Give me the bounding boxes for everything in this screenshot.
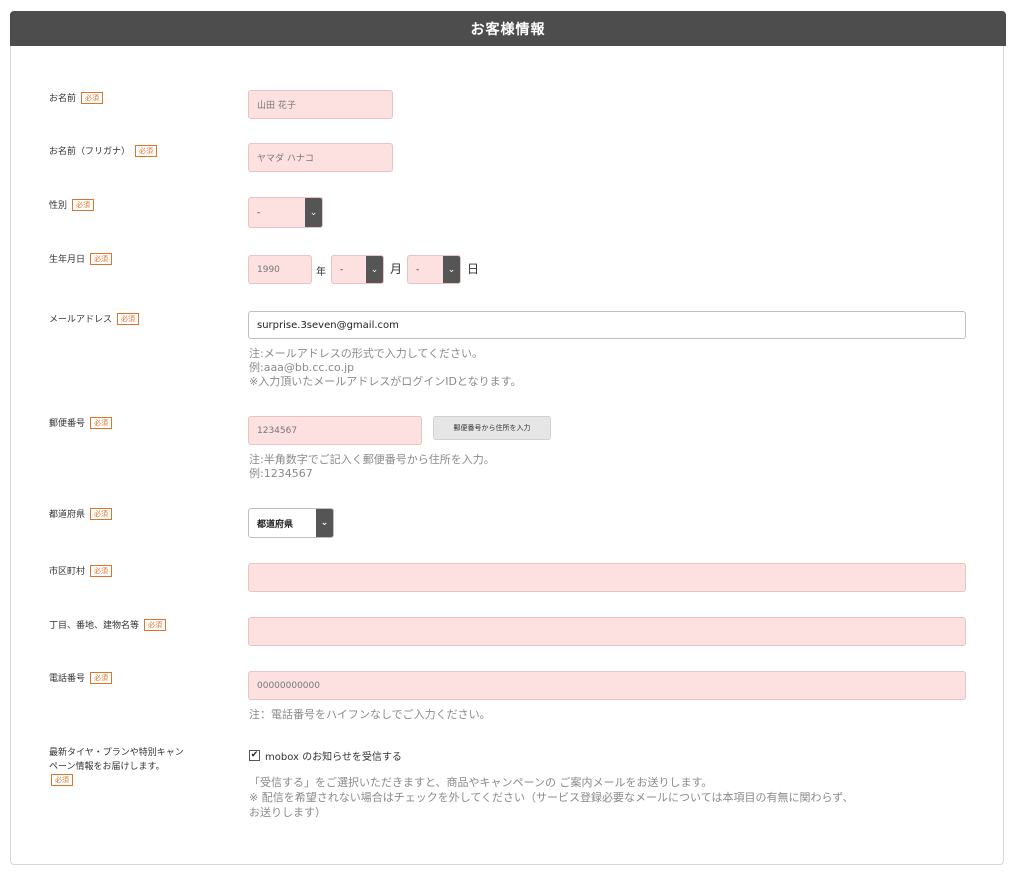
postal-note-2: 例:1234567 bbox=[249, 467, 313, 480]
required-badge: 必須 bbox=[90, 672, 113, 684]
gender-label: 性別 必須 bbox=[49, 199, 95, 213]
email-note-3: ※入力頂いたメールアドレスがログインIDとなります。 bbox=[249, 375, 522, 388]
birthdate-label: 生年月日 必須 bbox=[49, 253, 113, 267]
newsletter-label: 最新タイヤ・プランや特別キャン ペーン情報をお届けします。 必須 bbox=[49, 748, 184, 786]
address-input[interactable] bbox=[248, 617, 966, 646]
required-badge: 必須 bbox=[72, 199, 95, 211]
address-label: 丁目、番地、建物名等 必須 bbox=[49, 619, 167, 633]
newsletter-checkbox-label: mobox のお知らせを受信する bbox=[265, 752, 402, 763]
newsletter-note-3: お送りします） bbox=[249, 806, 326, 819]
panel-title: お客様情報 bbox=[10, 11, 1006, 46]
required-badge: 必須 bbox=[90, 417, 113, 429]
required-badge: 必須 bbox=[81, 92, 104, 104]
newsletter-note-2: ※ 配信を希望されない場合はチェックを外してください（サービス登録必要なメールに… bbox=[249, 791, 854, 804]
gender-select[interactable]: - ⌄ bbox=[248, 197, 323, 228]
day-unit: 日 bbox=[467, 262, 480, 276]
newsletter-note-1: 「受信する」をご選択いただきますと、商品やキャンペーンの ご案内メールをお送りし… bbox=[249, 776, 713, 789]
birth-day-select[interactable]: - ⌄ bbox=[407, 255, 461, 284]
required-badge: 必須 bbox=[90, 508, 113, 520]
required-badge: 必須 bbox=[51, 774, 73, 786]
chevron-down-icon: ⌄ bbox=[443, 256, 460, 283]
name-label: お名前 必須 bbox=[49, 92, 104, 106]
birth-year-input[interactable]: 1990 bbox=[248, 255, 312, 284]
required-badge: 必須 bbox=[90, 565, 113, 577]
email-input[interactable]: surprise.3seven@gmail.com bbox=[248, 311, 966, 339]
postal-input[interactable]: 1234567 bbox=[248, 416, 422, 445]
email-note-1: 注:メールアドレスの形式で入力してください。 bbox=[249, 347, 484, 360]
required-badge: 必須 bbox=[135, 145, 158, 157]
phone-label: 電話番号 必須 bbox=[49, 672, 113, 686]
required-badge: 必須 bbox=[144, 619, 167, 631]
required-badge: 必須 bbox=[90, 253, 113, 265]
chevron-down-icon: ⌄ bbox=[366, 256, 383, 283]
year-unit: 年 bbox=[316, 267, 326, 278]
prefecture-label: 都道府県 必須 bbox=[49, 508, 113, 522]
postal-note-1: 注:半角数字でご記入く郵便番号から住所を入力。 bbox=[249, 453, 495, 466]
phone-note: 注：電話番号をハイフンなしでご入力ください。 bbox=[249, 708, 491, 721]
city-input[interactable] bbox=[248, 563, 966, 592]
kana-input[interactable]: ヤマダ ハナコ bbox=[248, 143, 393, 172]
kana-label: お名前（フリガナ） 必須 bbox=[49, 145, 158, 159]
birth-month-select[interactable]: - ⌄ bbox=[331, 255, 384, 284]
email-label: メールアドレス 必須 bbox=[49, 313, 140, 327]
city-label: 市区町村 必須 bbox=[49, 565, 113, 579]
chevron-down-icon: ⌄ bbox=[305, 198, 322, 227]
newsletter-checkbox-row[interactable]: ✔ mobox のお知らせを受信する bbox=[249, 748, 402, 763]
prefecture-select[interactable]: 都道府県 ⌄ bbox=[248, 508, 334, 538]
postal-label: 郵便番号 必須 bbox=[49, 417, 113, 431]
phone-input[interactable]: 00000000000 bbox=[248, 671, 966, 700]
name-input[interactable]: 山田 花子 bbox=[248, 90, 393, 119]
postal-lookup-button[interactable]: 郵便番号から住所を入力 bbox=[433, 416, 551, 440]
required-badge: 必須 bbox=[117, 313, 140, 325]
newsletter-checkbox[interactable]: ✔ bbox=[249, 750, 260, 761]
chevron-down-icon: ⌄ bbox=[316, 509, 333, 537]
month-unit: 月 bbox=[390, 262, 403, 276]
email-note-2: 例:aaa@bb.cc.co.jp bbox=[249, 361, 355, 374]
